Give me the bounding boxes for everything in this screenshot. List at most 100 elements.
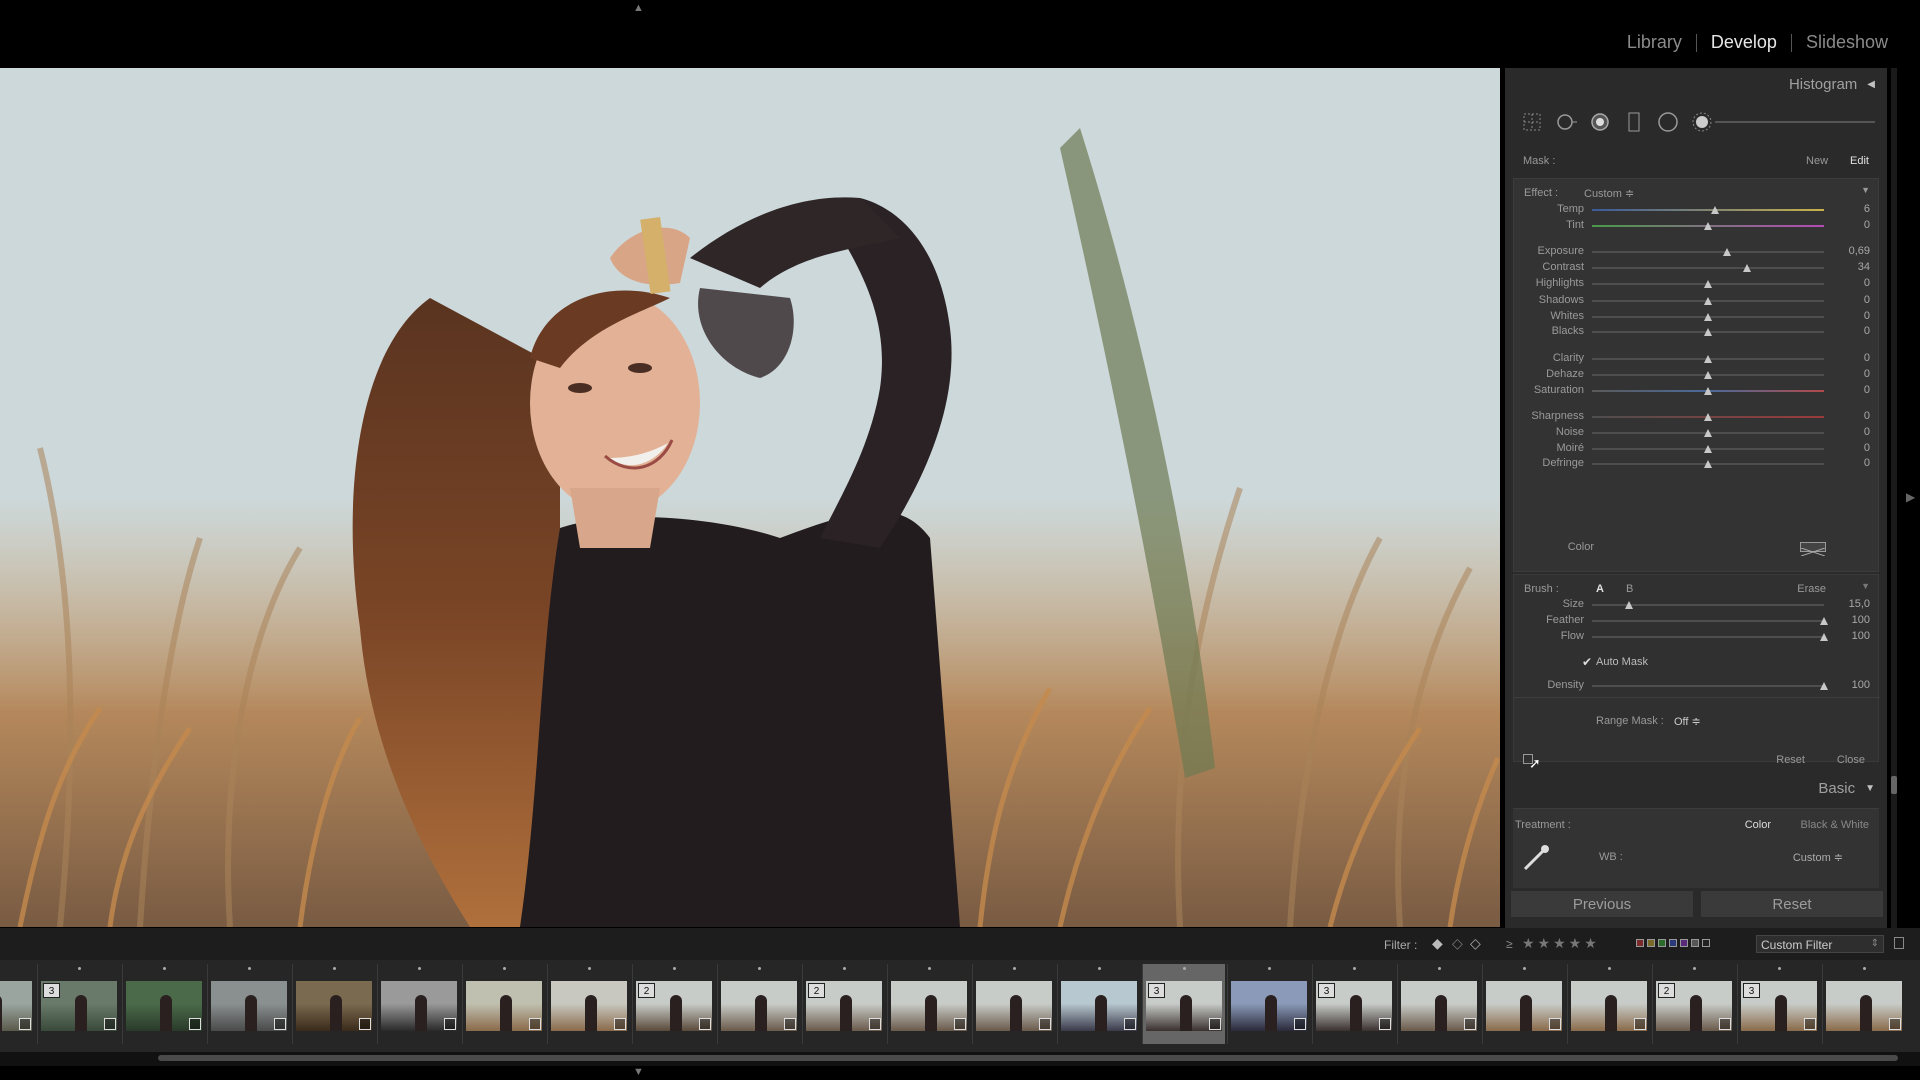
flag-filter-rejected-icon[interactable]: ◇ xyxy=(1470,935,1481,952)
reset-button[interactable]: Reset xyxy=(1700,890,1884,918)
filter-lock-icon[interactable] xyxy=(1894,937,1904,949)
develop-edited-icon[interactable] xyxy=(954,1018,966,1030)
slider-thumb[interactable] xyxy=(1722,248,1731,256)
rating-operator[interactable]: ≥ xyxy=(1506,937,1513,951)
histogram-header[interactable]: Histogram ◀ xyxy=(1505,68,1887,100)
mask-close-button[interactable]: Close xyxy=(1837,754,1865,766)
stack-count-badge[interactable]: 2 xyxy=(638,983,655,998)
filmstrip-thumbnail[interactable]: 3 xyxy=(1312,964,1395,1044)
slider-value[interactable]: 0 xyxy=(1830,384,1870,396)
auto-mask-checkbox[interactable]: ✔ xyxy=(1582,655,1592,669)
develop-edited-icon[interactable] xyxy=(444,1018,456,1030)
slider-value[interactable]: 0 xyxy=(1830,442,1870,454)
filmstrip-thumbnail[interactable] xyxy=(462,964,545,1044)
color-filter-none[interactable] xyxy=(1702,939,1710,947)
slider-thumb[interactable] xyxy=(1710,206,1719,214)
effect-collapse-icon[interactable]: ▼ xyxy=(1861,185,1870,195)
basic-collapse-icon[interactable]: ▼ xyxy=(1865,783,1875,794)
filmstrip-thumbnail[interactable]: 3 xyxy=(1737,964,1820,1044)
filmstrip-thumbnail[interactable] xyxy=(1227,964,1310,1044)
stack-count-badge[interactable]: 3 xyxy=(1318,983,1335,998)
stack-count-badge[interactable]: 3 xyxy=(1743,983,1760,998)
develop-edited-icon[interactable] xyxy=(529,1018,541,1030)
slider-value[interactable]: 0 xyxy=(1830,325,1870,337)
filmstrip-thumbnail[interactable] xyxy=(1057,964,1140,1044)
filmstrip-scrollbar[interactable] xyxy=(0,1052,1920,1066)
develop-edited-icon[interactable] xyxy=(104,1018,116,1030)
develop-edited-icon[interactable] xyxy=(699,1018,711,1030)
slider-track[interactable] xyxy=(1592,620,1824,622)
white-balance-picker-icon[interactable] xyxy=(1521,843,1551,878)
slider-thumb[interactable] xyxy=(1625,601,1634,609)
slider-value[interactable]: 0 xyxy=(1830,410,1870,422)
filmstrip-thumbnail[interactable]: 2 xyxy=(1652,964,1735,1044)
slider-thumb[interactable] xyxy=(1704,313,1712,321)
mask-reset-button[interactable]: Reset xyxy=(1776,754,1805,766)
collapse-top-panel-icon[interactable]: ▲ xyxy=(633,2,644,14)
stack-count-badge[interactable]: 3 xyxy=(1148,983,1165,998)
filmstrip-thumbnail[interactable] xyxy=(292,964,375,1044)
custom-filter-dropdown[interactable]: Custom Filter ⇕ xyxy=(1756,935,1884,953)
slider-track[interactable] xyxy=(1592,251,1824,253)
slider-value[interactable]: 100 xyxy=(1830,614,1870,626)
slider-value[interactable]: 6 xyxy=(1830,203,1870,215)
module-develop[interactable]: Develop xyxy=(1697,32,1791,53)
red-eye-icon[interactable] xyxy=(1589,111,1611,133)
collapse-filmstrip-icon[interactable]: ▼ xyxy=(633,1066,644,1078)
slider-thumb[interactable] xyxy=(1704,371,1712,379)
slider-thumb[interactable] xyxy=(1704,355,1712,363)
color-filter-yellow[interactable] xyxy=(1647,939,1655,947)
spot-removal-icon[interactable] xyxy=(1555,111,1577,133)
filmstrip-thumbnail[interactable] xyxy=(377,964,460,1044)
brush-erase-button[interactable]: Erase xyxy=(1797,583,1826,595)
develop-edited-icon[interactable] xyxy=(274,1018,286,1030)
slider-track[interactable] xyxy=(1592,636,1824,638)
effect-preset-dropdown[interactable]: Custom ≑ xyxy=(1584,187,1634,200)
develop-edited-icon[interactable] xyxy=(1804,1018,1816,1030)
slider-thumb[interactable] xyxy=(1704,429,1712,437)
develop-edited-icon[interactable] xyxy=(1039,1018,1051,1030)
slider-value[interactable]: 0 xyxy=(1830,294,1870,306)
filmstrip-thumbnail[interactable] xyxy=(122,964,205,1044)
slider-track[interactable] xyxy=(1592,267,1824,269)
develop-edited-icon[interactable] xyxy=(19,1018,31,1030)
filmstrip-thumbnail[interactable]: 3 xyxy=(1142,964,1225,1044)
develop-edited-icon[interactable] xyxy=(359,1018,371,1030)
slider-thumb[interactable] xyxy=(1704,297,1712,305)
develop-edited-icon[interactable] xyxy=(1549,1018,1561,1030)
develop-edited-icon[interactable] xyxy=(1464,1018,1476,1030)
range-mask-dropdown[interactable]: Off ≑ xyxy=(1674,715,1701,728)
color-filter-blue[interactable] xyxy=(1669,939,1677,947)
slider-value[interactable]: 0 xyxy=(1830,368,1870,380)
wb-dropdown[interactable]: Custom ≑ xyxy=(1793,851,1843,864)
slider-thumb[interactable] xyxy=(1820,617,1828,625)
brush-a-button[interactable]: A xyxy=(1596,583,1604,595)
slider-value[interactable]: 0 xyxy=(1830,219,1870,231)
slider-value[interactable]: 34 xyxy=(1830,261,1870,273)
mask-new-button[interactable]: New xyxy=(1806,155,1828,167)
density-track[interactable] xyxy=(1592,685,1824,687)
slider-thumb[interactable] xyxy=(1704,280,1712,288)
adjustment-brush-icon[interactable] xyxy=(1691,111,1713,133)
module-library[interactable]: Library xyxy=(1613,32,1696,53)
stack-count-badge[interactable]: 2 xyxy=(1658,983,1675,998)
filmstrip-thumbnail[interactable] xyxy=(972,964,1055,1044)
color-label-filters[interactable] xyxy=(1636,939,1710,947)
radial-filter-icon[interactable] xyxy=(1657,111,1679,133)
slider-thumb[interactable] xyxy=(1704,460,1712,468)
filmstrip-thumbnail[interactable] xyxy=(547,964,630,1044)
slider-thumb[interactable] xyxy=(1743,264,1752,272)
develop-edited-icon[interactable] xyxy=(614,1018,626,1030)
basic-header[interactable]: Basic ▼ xyxy=(1505,772,1887,804)
filmstrip-thumbnail[interactable] xyxy=(717,964,800,1044)
slider-thumb[interactable] xyxy=(1704,222,1712,230)
filmstrip-thumbnail[interactable] xyxy=(1482,964,1565,1044)
mask-edit-button[interactable]: Edit xyxy=(1850,155,1869,167)
color-filter-purple[interactable] xyxy=(1680,939,1688,947)
filmstrip-thumbnail[interactable] xyxy=(1567,964,1650,1044)
flag-filter-picked-icon[interactable]: ◆ xyxy=(1432,935,1443,952)
filmstrip-thumbnail[interactable]: 3 xyxy=(37,964,120,1044)
color-filter-green[interactable] xyxy=(1658,939,1666,947)
develop-edited-icon[interactable] xyxy=(1889,1018,1901,1030)
color-filter-other[interactable] xyxy=(1691,939,1699,947)
